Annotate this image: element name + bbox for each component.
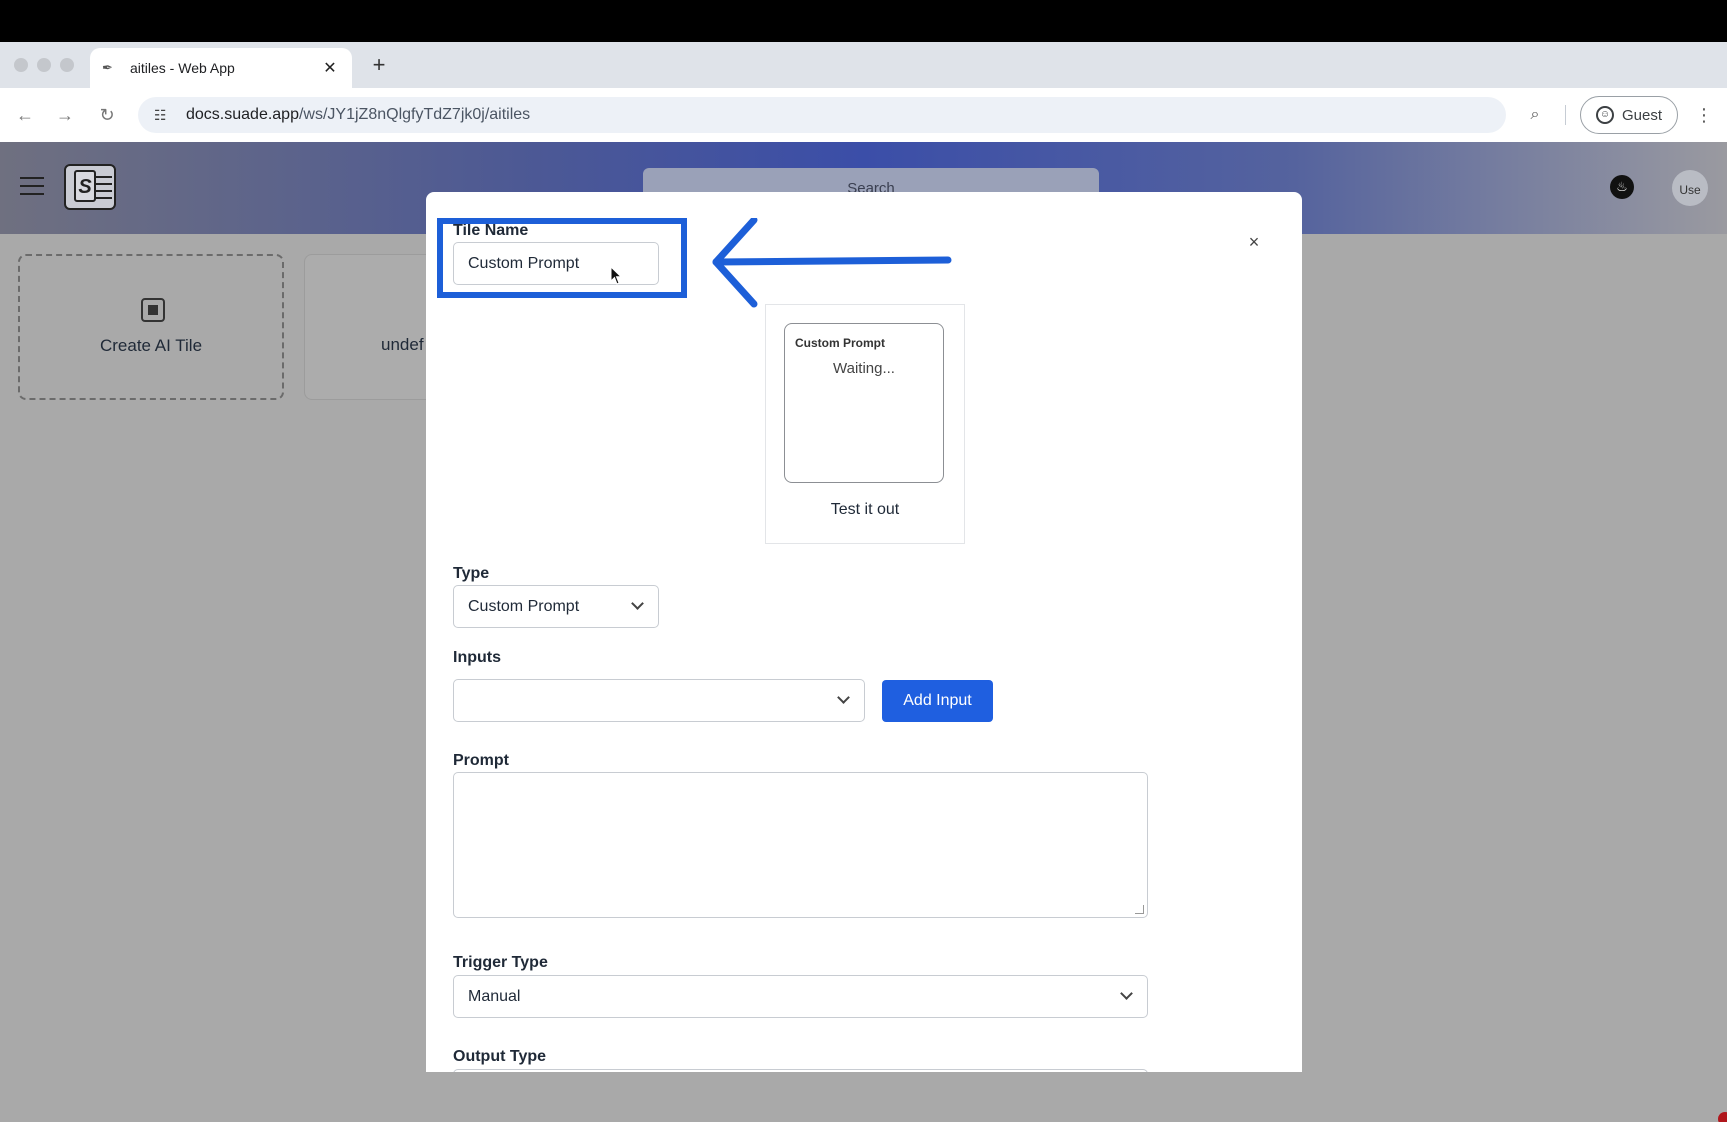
chip-icon bbox=[141, 298, 165, 322]
tab-title: aitiles - Web App bbox=[130, 60, 235, 76]
new-tab-button[interactable]: + bbox=[366, 52, 392, 78]
preview-tile[interactable]: Custom Prompt Waiting... bbox=[784, 323, 944, 483]
tile-preview: Custom Prompt Waiting... Test it out bbox=[765, 304, 965, 544]
annotation-highlight-box bbox=[437, 218, 687, 298]
tab-search-icon[interactable]: ⌕ bbox=[1522, 102, 1548, 128]
logo-mark: S bbox=[74, 170, 96, 202]
card-label: Create AI Tile bbox=[99, 336, 203, 355]
window-minimize-dot[interactable] bbox=[37, 58, 51, 72]
logo-lines bbox=[94, 176, 112, 204]
reload-icon[interactable]: ↻ bbox=[94, 102, 120, 128]
profile-avatar-icon: ☺ bbox=[1595, 106, 1614, 124]
toolbar-divider bbox=[1565, 105, 1566, 125]
browser-tab-active[interactable]: ✒ aitiles - Web App ✕ bbox=[90, 48, 352, 88]
tab-close-icon[interactable]: ✕ bbox=[320, 58, 340, 78]
back-arrow-icon[interactable]: ← bbox=[12, 102, 38, 128]
create-tile-modal: × Tile Name Custom Prompt Custom Prompt … bbox=[426, 192, 1302, 1072]
window-zoom-dot[interactable] bbox=[60, 58, 74, 72]
profile-label: Guest bbox=[1621, 106, 1663, 124]
output-type-select[interactable] bbox=[453, 1069, 1148, 1072]
chevron-down-icon bbox=[836, 692, 852, 708]
url-host: docs.suade.app bbox=[186, 106, 299, 123]
window-close-dot[interactable] bbox=[14, 58, 28, 72]
user-avatar[interactable]: Use bbox=[1672, 170, 1708, 206]
feather-icon: ✒ bbox=[102, 60, 113, 75]
chevron-down-icon bbox=[630, 598, 646, 614]
notification-dot bbox=[1718, 1112, 1727, 1122]
browser-toolbar: ← → ↻ ☷ docs.suade.app/ws/JY1jZ8nQlgfyTd… bbox=[0, 88, 1727, 142]
create-ai-tile-card[interactable]: Create AI Tile bbox=[18, 254, 284, 400]
forward-arrow-icon[interactable]: → bbox=[52, 102, 78, 128]
os-top-bar bbox=[0, 0, 1727, 42]
preview-tile-title: Custom Prompt bbox=[795, 336, 885, 350]
preview-caption: Test it out bbox=[830, 501, 900, 518]
prompt-textarea[interactable] bbox=[453, 772, 1148, 918]
chevron-down-icon bbox=[1119, 988, 1135, 1004]
type-label: Type bbox=[453, 565, 490, 582]
app-logo[interactable]: S bbox=[64, 164, 116, 210]
trigger-type-select[interactable]: Manual bbox=[453, 975, 1148, 1018]
add-input-button[interactable]: Add Input bbox=[882, 680, 993, 722]
type-select-value: Custom Prompt bbox=[468, 597, 580, 615]
resize-handle-icon[interactable] bbox=[1135, 905, 1144, 914]
browser-menu-icon[interactable]: ⋮ bbox=[1694, 102, 1714, 128]
trigger-type-value: Manual bbox=[468, 987, 521, 1005]
type-select[interactable]: Custom Prompt bbox=[453, 585, 659, 628]
fire-icon[interactable]: ♨ bbox=[1610, 175, 1634, 199]
annotation-arrow-icon bbox=[712, 218, 952, 308]
url-path: /ws/JY1jZ8nQlgfyTdZ7jk0j/aitiles bbox=[298, 106, 531, 123]
inputs-select[interactable] bbox=[453, 679, 865, 722]
inputs-label: Inputs bbox=[453, 649, 501, 666]
mouse-cursor-icon bbox=[610, 266, 623, 285]
hamburger-menu-icon[interactable] bbox=[20, 177, 44, 197]
address-bar[interactable]: ☷ docs.suade.app/ws/JY1jZ8nQlgfyTdZ7jk0j… bbox=[138, 97, 1506, 133]
trigger-type-label: Trigger Type bbox=[453, 954, 548, 971]
profile-button[interactable]: ☺ Guest bbox=[1580, 96, 1678, 134]
output-type-label: Output Type bbox=[453, 1048, 547, 1065]
prompt-label: Prompt bbox=[453, 752, 509, 769]
browser-tab-strip: ✒ aitiles - Web App ✕ + bbox=[0, 42, 1727, 88]
site-settings-icon[interactable]: ☷ bbox=[154, 107, 174, 124]
preview-status: Waiting... bbox=[833, 360, 895, 377]
close-icon[interactable]: × bbox=[1244, 232, 1264, 252]
